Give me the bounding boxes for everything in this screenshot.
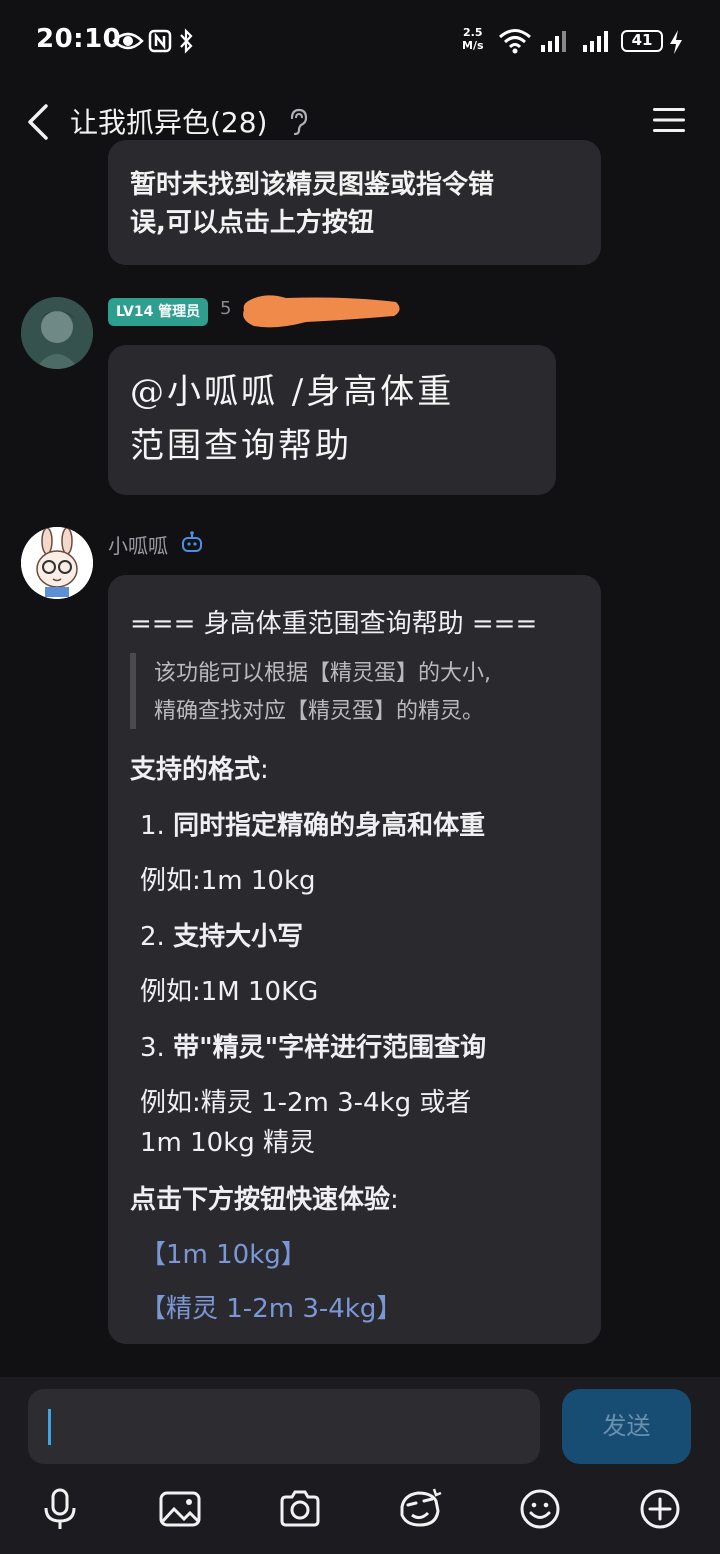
signal-icon-2 [583, 31, 608, 52]
redaction-mark [243, 295, 400, 328]
format-item-1: 1. 同时指定精确的身高和体重 [140, 811, 486, 841]
battery-indicator: 41 [621, 30, 663, 52]
message-text-line: 暂时未找到该精灵图鉴或指令错 [130, 170, 495, 200]
robot-icon [182, 531, 202, 552]
message-bubble-previous[interactable]: 暂时未找到该精灵图鉴或指令错 误,可以点击上方按钮 [108, 140, 601, 265]
ear-icon[interactable] [288, 108, 308, 136]
message-text-line: @小呱呱 /身高体重 [130, 372, 455, 412]
chat-title[interactable]: 让我抓异色(28) [70, 101, 267, 141]
format-item-3: 3. 带"精灵"字样进行范围查询 [140, 1033, 487, 1063]
message-text-line: 误,可以点击上方按钮 [130, 208, 374, 238]
user-avatar[interactable] [21, 297, 93, 369]
eye-icon [112, 32, 144, 50]
quote-bar [130, 653, 136, 729]
text-cursor [48, 1409, 51, 1445]
bluetooth-icon [180, 28, 193, 54]
quote-text: 精确查找对应【精灵蛋】的精灵。 [154, 699, 485, 724]
quick-try-button-2[interactable]: 【精灵 1-2m 3-4kg】 [140, 1288, 402, 1325]
status-bar: 20:10 2.5 M/s 41 [0, 0, 720, 82]
sticker-icon[interactable] [398, 1487, 442, 1531]
user-message-bubble[interactable]: @小呱呱 /身高体重 范围查询帮助 [108, 345, 556, 495]
menu-icon[interactable] [652, 106, 686, 134]
back-arrow-icon[interactable] [24, 102, 54, 142]
image-icon[interactable] [158, 1487, 202, 1531]
quick-heading: 点击下方按钮快速体验: [130, 1185, 399, 1215]
nfc-icon [148, 29, 172, 53]
sender-name: 5 [220, 298, 232, 319]
clock: 20:10 [36, 24, 122, 54]
microphone-icon[interactable] [38, 1487, 82, 1531]
message-input[interactable] [28, 1389, 540, 1464]
level-admin-badge: LV14 管理员 [108, 298, 209, 326]
example-2: 例如:1M 10KG [140, 977, 319, 1007]
charging-icon [670, 30, 682, 54]
bot-help-message-bubble[interactable]: === 身高体重范围查询帮助 === 该功能可以根据【精灵蛋】的大小, 精确查找… [108, 575, 601, 1344]
wifi-icon [499, 29, 531, 54]
signal-icon-1 [541, 31, 566, 52]
message-text-line: 范围查询帮助 [130, 426, 352, 466]
formats-heading: 支持的格式: [130, 755, 269, 785]
bot-avatar[interactable] [21, 527, 93, 599]
network-speed: 2.5 M/s [462, 26, 484, 52]
quick-try-button-1[interactable]: 【1m 10kg】 [140, 1234, 307, 1271]
send-button[interactable]: 发送 [562, 1389, 691, 1464]
help-title: === 身高体重范围查询帮助 === [130, 609, 538, 639]
example-1: 例如:1m 10kg [140, 866, 316, 896]
emoji-icon[interactable] [518, 1487, 562, 1531]
plus-icon[interactable] [638, 1487, 682, 1531]
format-item-2: 2. 支持大小写 [140, 922, 304, 952]
example-3-line1: 例如:精灵 1-2m 3-4kg 或者 [140, 1088, 472, 1118]
bot-name: 小呱呱 [108, 534, 168, 558]
example-3-line2: 1m 10kg 精灵 [140, 1128, 316, 1158]
camera-icon[interactable] [278, 1487, 322, 1531]
composer: 发送 [0, 1377, 720, 1554]
quote-text: 该功能可以根据【精灵蛋】的大小, [154, 661, 491, 686]
